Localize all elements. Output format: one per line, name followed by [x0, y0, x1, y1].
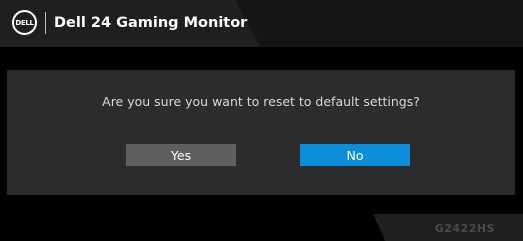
dell-logo-icon: DELL: [12, 10, 37, 35]
no-button[interactable]: No: [300, 144, 410, 166]
osd-screen: DELL Dell 24 Gaming Monitor Are you sure…: [0, 0, 523, 241]
dialog-question: Are you sure you want to reset to defaul…: [102, 94, 420, 109]
yes-button[interactable]: Yes: [126, 144, 236, 166]
model-label: G2422HS: [434, 222, 495, 235]
header-divider: [45, 12, 46, 34]
reset-confirm-dialog: Are you sure you want to reset to defaul…: [7, 70, 515, 195]
dell-logo-text: DELL: [15, 18, 34, 27]
yes-button-label: Yes: [170, 147, 192, 163]
no-button-label: No: [346, 147, 364, 163]
page-title: Dell 24 Gaming Monitor: [54, 15, 248, 31]
